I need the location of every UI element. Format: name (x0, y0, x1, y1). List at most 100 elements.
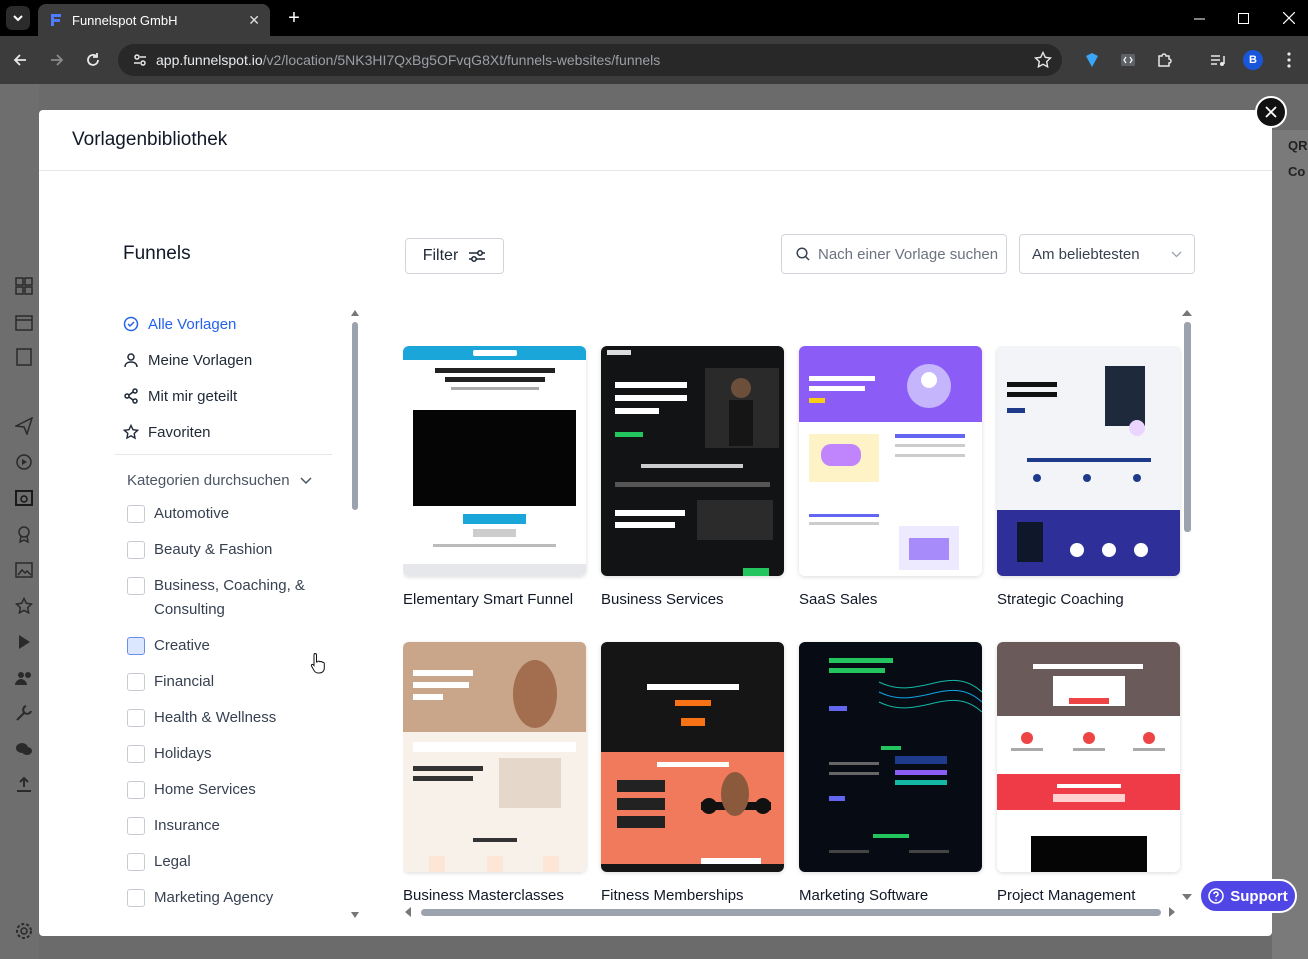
scroll-up-arrow-icon[interactable] (351, 310, 359, 316)
category-item-business-coaching[interactable]: Business, Coaching, & Consulting (127, 574, 317, 622)
filter-button[interactable]: Filter (405, 238, 504, 274)
dashboard-icon[interactable] (15, 277, 33, 295)
nav-item-label: Mit mir geteilt (148, 387, 238, 405)
minimize-button[interactable] (1176, 0, 1222, 36)
template-card-elementary-smart-funnel[interactable]: Elementary Smart Funnel (403, 346, 586, 608)
close-modal-button[interactable] (1255, 96, 1287, 128)
sort-select[interactable]: Am beliebtesten (1019, 234, 1195, 274)
nav-item-shared-with-me[interactable]: Mit mir geteilt (123, 378, 333, 414)
browser-tab[interactable]: Funnelspot GmbH ✕ (38, 4, 270, 36)
tab-search-button[interactable] (6, 6, 30, 30)
category-checkbox[interactable] (127, 577, 145, 595)
category-item-health-wellness[interactable]: Health & Wellness (127, 706, 317, 730)
scrollbar-thumb[interactable] (352, 322, 358, 510)
close-tab-icon[interactable]: ✕ (248, 12, 260, 29)
nav-item-all-templates[interactable]: Alle Vorlagen (123, 306, 333, 342)
profile-avatar[interactable]: B (1243, 50, 1263, 70)
scrollbar-thumb[interactable] (1184, 322, 1191, 532)
category-item-marketing-agency[interactable]: Marketing Agency (127, 886, 317, 910)
category-checkbox[interactable] (127, 817, 145, 835)
contacts-icon[interactable] (15, 348, 33, 366)
template-horizontal-scrollbar[interactable] (405, 906, 1175, 918)
template-vertical-scrollbar[interactable] (1182, 310, 1192, 900)
scroll-up-arrow-icon[interactable] (1182, 310, 1192, 316)
category-item-automotive[interactable]: Automotive (127, 502, 317, 526)
template-preview[interactable] (997, 642, 1180, 872)
template-card-strategic-coaching[interactable]: Strategic Coaching (997, 346, 1180, 608)
category-item-holidays[interactable]: Holidays (127, 742, 317, 766)
template-card-business-services[interactable]: Business Services (601, 346, 784, 608)
extension-shield-icon[interactable] (1082, 50, 1102, 70)
arrow-left-icon (13, 54, 26, 66)
category-item-insurance[interactable]: Insurance (127, 814, 317, 838)
category-label: Legal (154, 853, 191, 870)
support-button[interactable]: Support (1199, 879, 1297, 913)
category-checkbox[interactable] (127, 781, 145, 799)
template-card-fitness-memberships[interactable]: Fitness Memberships (601, 642, 784, 904)
site-settings-icon[interactable] (132, 52, 148, 68)
template-preview[interactable] (799, 346, 982, 576)
template-preview[interactable] (601, 346, 784, 576)
template-search[interactable] (781, 234, 1007, 274)
reputation-icon[interactable] (15, 525, 33, 543)
category-checkbox[interactable] (127, 505, 145, 523)
share-icon (124, 388, 138, 404)
category-item-financial[interactable]: Financial (127, 670, 317, 694)
extensions-puzzle-icon[interactable] (1154, 50, 1174, 70)
nav-item-my-templates[interactable]: Meine Vorlagen (123, 342, 333, 378)
sites-icon[interactable] (15, 489, 33, 507)
category-item-beauty-fashion[interactable]: Beauty & Fashion (127, 538, 317, 562)
funnelspot-logo-icon (51, 14, 61, 26)
close-window-button[interactable] (1266, 0, 1308, 36)
scroll-down-arrow-icon[interactable] (351, 912, 359, 918)
category-checkbox[interactable] (127, 889, 145, 907)
reload-button[interactable] (81, 48, 105, 72)
calendar-icon[interactable] (15, 313, 33, 331)
media-control-icon[interactable] (1207, 50, 1227, 70)
extension-code-icon[interactable] (1118, 50, 1138, 70)
play-icon[interactable] (15, 633, 33, 651)
category-checkbox[interactable] (127, 709, 145, 727)
star-icon[interactable] (15, 597, 33, 615)
template-card-saas-sales[interactable]: SaaS Sales (799, 346, 982, 608)
template-card-project-management[interactable]: Project Management (997, 642, 1180, 904)
category-checkbox[interactable] (127, 853, 145, 871)
browser-menu-icon[interactable] (1279, 50, 1299, 70)
category-checkbox[interactable] (127, 541, 145, 559)
category-checkbox[interactable] (127, 637, 145, 655)
bookmark-star-icon[interactable] (1034, 51, 1052, 69)
template-preview[interactable] (997, 346, 1180, 576)
send-icon[interactable] (15, 417, 33, 435)
scroll-left-arrow-icon[interactable] (405, 907, 411, 917)
address-bar[interactable]: app.funnelspot.io/v2/location/5NK3HI7QxB… (118, 44, 1062, 76)
community-icon[interactable] (15, 669, 33, 687)
automation-icon[interactable] (15, 453, 33, 471)
scroll-down-arrow-icon[interactable] (1182, 894, 1192, 900)
scroll-right-arrow-icon[interactable] (1169, 907, 1175, 917)
category-item-home-services[interactable]: Home Services (127, 778, 317, 802)
settings-gear-icon[interactable] (15, 922, 33, 940)
wrench-icon[interactable] (15, 704, 33, 722)
back-button[interactable] (8, 48, 32, 72)
template-card-marketing-software[interactable]: Marketing Software (799, 642, 982, 904)
nav-item-favorites[interactable]: Favoriten (123, 414, 333, 450)
category-checkbox[interactable] (127, 745, 145, 763)
maximize-button[interactable] (1220, 0, 1266, 36)
forward-button[interactable] (45, 48, 69, 72)
category-item-legal[interactable]: Legal (127, 850, 317, 874)
category-scrollbar[interactable] (351, 310, 359, 918)
template-preview[interactable] (601, 642, 784, 872)
category-item-creative[interactable]: Creative (127, 634, 317, 658)
template-card-business-masterclasses[interactable]: Business Masterclasses (403, 642, 586, 904)
category-checkbox[interactable] (127, 673, 145, 691)
template-preview[interactable] (799, 642, 982, 872)
chat-icon[interactable] (15, 740, 33, 758)
search-input[interactable] (818, 245, 998, 263)
categories-toggle[interactable]: Kategorien durchsuchen (127, 472, 312, 489)
scrollbar-thumb[interactable] (421, 909, 1161, 916)
upload-icon[interactable] (15, 776, 33, 794)
new-tab-button[interactable]: + (282, 6, 306, 30)
media-icon[interactable] (15, 561, 33, 579)
template-preview[interactable] (403, 346, 586, 576)
template-preview[interactable] (403, 642, 586, 872)
